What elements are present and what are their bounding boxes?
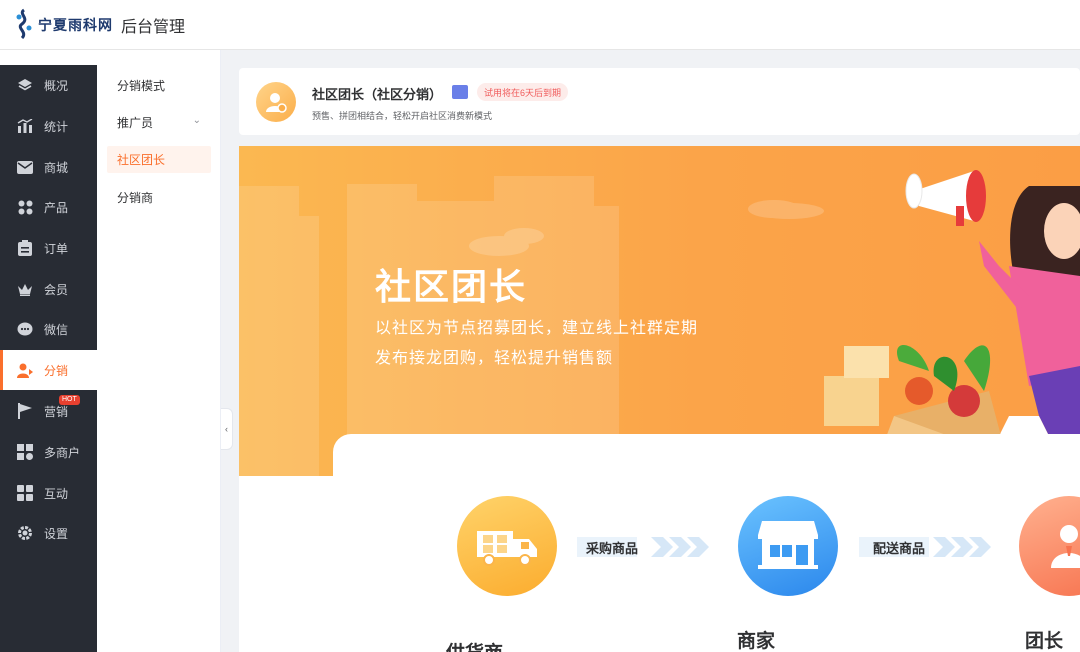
merchant-circle	[738, 496, 838, 596]
sub-item-promoter[interactable]: 推广员 ⌄	[107, 109, 211, 136]
layers-icon	[15, 75, 35, 95]
step-name-leader: 团长	[1025, 631, 1064, 652]
menu-item-interaction[interactable]: 互动	[0, 473, 97, 513]
trial-badge: 试用将在6天后到期	[477, 83, 569, 101]
feature-banner: 社区团长 以社区为节点招募团长，建立线上社群定期 发布接龙团购，轻松提升销售额	[239, 146, 1080, 652]
main-sidebar: 概况 统计 商城 产品 订单 会员 微信 分销 营销 HOT 多商户 互动 设置	[0, 50, 97, 652]
user-share-icon	[15, 360, 35, 380]
clipboard-icon	[15, 238, 35, 258]
chat-icon	[15, 319, 35, 339]
menu-item-distribution[interactable]: 分销	[0, 350, 97, 390]
menu-item-marketing[interactable]: 营销 HOT	[0, 391, 97, 431]
menu-item-wechat[interactable]: 微信	[0, 309, 97, 349]
sub-sidebar: 分销模式 推广员 ⌄ 社区团长 分销商	[97, 50, 221, 652]
page-title: 社区团长（社区分销）	[312, 87, 443, 102]
store-icon	[15, 442, 35, 462]
menu-item-settings[interactable]: 设置	[0, 513, 97, 553]
plugin-header-card: 社区团长（社区分销） 试用将在6天后到期 预售、拼团相结合，轻松开启社区消费新模…	[239, 68, 1080, 135]
menu-item-overview[interactable]: 概况	[0, 65, 97, 105]
step-name-merchant: 商家	[737, 631, 776, 652]
page-description: 预售、拼团相结合，轻松开启社区消费新模式	[312, 111, 493, 121]
shop-icon	[758, 521, 818, 569]
menu-item-products[interactable]: 产品	[0, 187, 97, 227]
banner-line-2: 发布接龙团购，轻松提升销售额	[375, 350, 614, 367]
menu-item-orders[interactable]: 订单	[0, 228, 97, 268]
logo-mark-icon	[16, 8, 32, 39]
step-name-supplier: 供货商	[446, 638, 503, 652]
community-leader-icon	[256, 82, 296, 122]
collapse-sidebar-button[interactable]: ‹	[221, 408, 233, 450]
supplier-circle	[457, 496, 557, 596]
menu-item-multi-merchant[interactable]: 多商户	[0, 432, 97, 472]
logo[interactable]: 宁夏雨科网	[12, 8, 113, 42]
sub-item-distributor[interactable]: 分销商	[107, 184, 211, 211]
banner-buildings-decoration	[239, 170, 1080, 476]
bar-chart-icon	[15, 116, 35, 136]
blocks-icon	[15, 483, 35, 503]
flag-icon	[15, 401, 35, 421]
menu-item-stats[interactable]: 统计	[0, 106, 97, 146]
mail-icon	[15, 157, 35, 177]
gear-icon	[15, 523, 35, 543]
top-bar: 宁夏雨科网 后台管理	[0, 0, 1080, 50]
chevron-down-icon: ⌄	[192, 115, 201, 126]
app-title: 后台管理	[121, 18, 186, 36]
banner-line-1: 以社区为节点招募团长，建立线上社群定期	[375, 320, 699, 337]
arrow-label-purchase: 采购商品	[586, 541, 639, 556]
menu-item-members[interactable]: 会员	[0, 269, 97, 309]
sub-item-distribution-mode[interactable]: 分销模式	[107, 72, 211, 99]
sub-item-community-leader[interactable]: 社区团长	[107, 146, 211, 173]
arrow-label-deliver: 配送商品	[873, 541, 926, 556]
menu-item-mall[interactable]: 商城	[0, 147, 97, 187]
plugin-tag-icon	[452, 85, 468, 99]
crown-icon	[15, 279, 35, 299]
leader-person-icon	[1051, 525, 1080, 568]
grid-icon	[15, 197, 35, 217]
truck-icon	[477, 531, 537, 566]
banner-title: 社区团长	[375, 266, 528, 307]
logo-text: 宁夏雨科网	[38, 17, 113, 34]
hot-badge: HOT	[59, 395, 80, 405]
